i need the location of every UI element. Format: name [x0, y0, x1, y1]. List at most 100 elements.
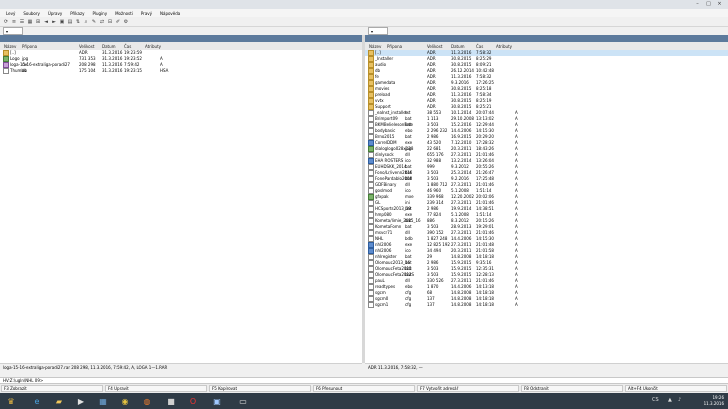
folder-icon[interactable]: ▰ — [52, 395, 66, 407]
maximize-button[interactable]: □ — [704, 1, 713, 7]
col-date[interactable]: Datum — [451, 44, 465, 49]
file-icon — [368, 302, 374, 308]
search-icon[interactable]: ⌕ — [83, 19, 89, 25]
compare-icon[interactable]: ⊟ — [107, 19, 113, 25]
right-file-panel[interactable]: [..] ADR 11.3.2016 7:58:32 _Installer ADR 30.8… — [365, 50, 728, 363]
file-time: 14:18:18 — [476, 302, 494, 307]
window-icon[interactable]: ▭ — [236, 395, 250, 407]
file-row[interactable]: sgcm1 cfg 137 14.8.2008 14:18:18 A — [365, 302, 728, 308]
file-name-text: db — [375, 68, 381, 73]
firefox-icon[interactable]: ◍ — [140, 395, 154, 407]
file-name-text: readtypes — [375, 284, 396, 289]
menu-options[interactable]: Možnosti — [115, 11, 133, 16]
thumbnails-icon[interactable]: ▦ — [27, 19, 33, 25]
file-name-text: movies — [375, 86, 390, 91]
app-icon[interactable]: ■ — [164, 395, 178, 407]
f5-copy-button[interactable]: F5 Kopírovat — [209, 385, 311, 392]
notepad-icon[interactable]: ✐ — [115, 19, 121, 25]
edge-browser-icon[interactable]: e — [30, 395, 44, 407]
right-drive-select[interactable]: ▾ — [368, 27, 388, 35]
col-time[interactable]: Čas — [124, 44, 131, 49]
left-drive-bar: ▾ — [0, 27, 362, 35]
col-attr[interactable]: Atributy — [145, 44, 161, 49]
menu-right[interactable]: Pravý — [141, 11, 152, 16]
col-date[interactable]: Datum — [102, 44, 116, 49]
file-name: sgcm1 — [368, 302, 388, 308]
left-path-bar[interactable] — [0, 35, 362, 42]
network-icon[interactable]: ▲ — [668, 397, 672, 403]
menu-files[interactable]: Soubory — [23, 11, 40, 16]
file-name-text: audio — [375, 62, 387, 67]
col-ext[interactable]: Přípona — [387, 44, 402, 49]
col-name[interactable]: Název — [369, 44, 381, 49]
f8-delete-button[interactable]: F8 Odstranit — [521, 385, 623, 392]
store-icon[interactable]: ▦ — [96, 395, 110, 407]
sync-icon[interactable]: ⇄ — [99, 19, 105, 25]
refresh-icon[interactable]: ⟳ — [3, 19, 9, 25]
col-time[interactable]: Čas — [476, 44, 483, 49]
unpack-icon[interactable]: ▤ — [67, 19, 73, 25]
system-clock[interactable]: 19:26 11.3.2016 — [704, 395, 724, 407]
ftp-icon[interactable]: ⇅ — [75, 19, 81, 25]
start-icon[interactable]: ♛ — [4, 395, 18, 407]
file-name-text: sgcm — [375, 290, 386, 295]
file-name-text: bodybasic — [375, 128, 396, 133]
tree-icon[interactable]: ⊞ — [35, 19, 41, 25]
chrome-icon[interactable]: ◉ — [118, 395, 132, 407]
tray-lang[interactable]: CS — [652, 397, 659, 403]
settings-icon[interactable]: ⚙ — [123, 19, 129, 25]
media-player-icon[interactable]: ▶ — [74, 395, 88, 407]
file-name-text: loga-15-16-extraliga-poradi27 — [10, 62, 70, 67]
file-name-text: _eaInst_installer — [375, 110, 408, 115]
back-icon[interactable]: ◄ — [43, 19, 49, 25]
col-size[interactable]: Velikost — [79, 44, 94, 49]
file-name-text: Brimport09 — [375, 116, 398, 121]
file-name-text: fe — [375, 74, 379, 79]
minimize-button[interactable]: – — [693, 1, 702, 7]
menu-help[interactable]: Nápověda — [160, 11, 180, 16]
command-line[interactable]: HV:Z:\ugln\NHL 09> — [0, 377, 728, 384]
col-name[interactable]: Název — [4, 44, 16, 49]
volume-icon[interactable]: ♪ — [678, 397, 681, 403]
f4-edit-button[interactable]: F4 Upravit — [105, 385, 207, 392]
total-commander-icon[interactable]: ▣ — [210, 395, 224, 407]
file-time: 19:23:15 — [124, 68, 142, 73]
file-ext: db — [22, 68, 28, 73]
file-row[interactable]: Thumbs db 175 104 31.3.2016 19:23:15 HSA — [0, 68, 362, 74]
file-attr: A — [515, 302, 518, 307]
menu-edit[interactable]: Úpravy — [48, 11, 62, 16]
file-name-text: KometaFomn — [375, 224, 402, 229]
left-file-panel[interactable]: [..] ADR 31.3.2016 19:23:59 Logo jpg 731 353 31… — [0, 50, 362, 363]
f6-move-button[interactable]: F6 Přesunout — [313, 385, 415, 392]
opera-icon[interactable]: O — [186, 395, 200, 407]
file-name-text: Support — [375, 104, 391, 109]
forward-icon[interactable]: ► — [51, 19, 57, 25]
file-name-text: [..] — [10, 50, 16, 55]
file-name-text: EUHDSKK_2014 — [375, 164, 407, 169]
list-view-icon[interactable]: ≡ — [11, 19, 17, 25]
menu-plugins[interactable]: Pluginy — [92, 11, 107, 16]
col-attr[interactable]: Atributy — [496, 44, 512, 49]
menu-commands[interactable]: Příkazy — [70, 11, 84, 16]
toolbar: ⟳ ≡ ☰ ▦ ⊞ ◄ ► ▣ ▤ ⇅ ⌕ ✎ ⇄ ⊟ ✐ ⚙ — [0, 17, 728, 27]
file-name-text: EHA ROSTERS — [375, 158, 404, 163]
command-line-path: HV:Z:\ugln\NHL 09> — [3, 378, 44, 383]
right-drive-bar: ▾ — [365, 27, 728, 35]
rename-icon[interactable]: ✎ — [91, 19, 97, 25]
clock-date: 11.3.2016 — [703, 401, 724, 406]
col-ext[interactable]: Přípona — [22, 44, 37, 49]
details-view-icon[interactable]: ☰ — [19, 19, 25, 25]
f7-mkdir-button[interactable]: F7 Vytvořit adresář — [417, 385, 519, 392]
f3-view-button[interactable]: F3 Zobrazit — [1, 385, 103, 392]
left-drive-select[interactable]: ▾ — [3, 27, 23, 35]
pack-icon[interactable]: ▣ — [59, 19, 65, 25]
file-name-text: nhl2006 — [375, 248, 392, 253]
altf4-exit-button[interactable]: Alt+F4 Ukončit — [625, 385, 727, 392]
col-size[interactable]: Velikost — [427, 44, 442, 49]
left-status-bar: loga-15-16-extraliga-poradi27.rar 208 29… — [0, 363, 362, 370]
function-key-bar: F3 Zobrazit F4 Upravit F5 Kopírovat F6 P… — [0, 384, 728, 393]
menu-left[interactable]: Levý — [6, 11, 15, 16]
right-path-bar[interactable] — [365, 35, 728, 42]
file-ext: cfg — [405, 302, 412, 307]
close-button[interactable]: × — [715, 1, 724, 7]
